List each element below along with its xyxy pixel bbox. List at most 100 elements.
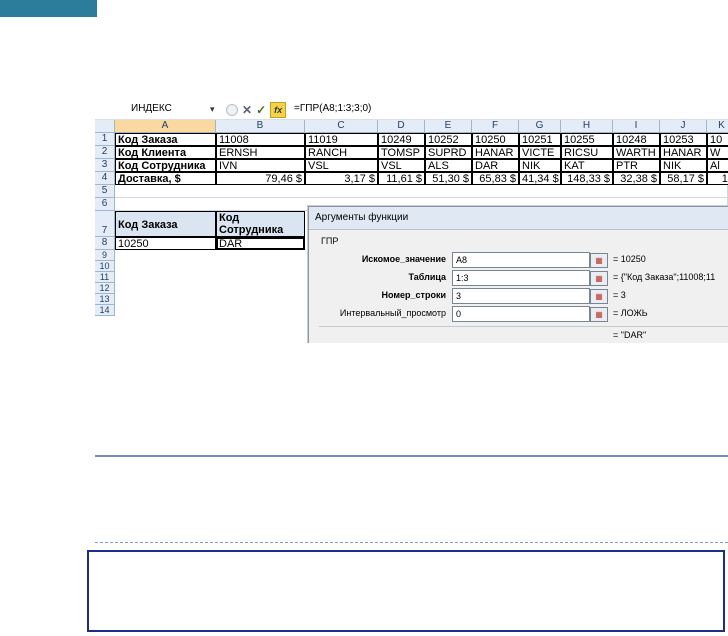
cell[interactable]: 51,30 $ <box>425 172 472 185</box>
cancel-icon[interactable]: ✕ <box>242 103 252 117</box>
arg-row-table: Таблица 1:3 ▦ = {"Код Заказа";11008;11 <box>309 270 728 286</box>
cell[interactable]: Код Сотрудника <box>115 159 216 172</box>
row-header[interactable]: 5 <box>95 185 115 198</box>
cell[interactable]: RANCH <box>305 146 378 159</box>
cell[interactable]: RICSU <box>561 146 613 159</box>
cell[interactable]: 10255 <box>561 133 613 146</box>
cell[interactable]: 10252 <box>425 133 472 146</box>
dialog-title[interactable]: Аргументы функции <box>309 207 728 230</box>
lookup-header-employee[interactable]: Код Сотрудника <box>216 211 305 237</box>
cell[interactable]: Доставка, $ <box>115 172 216 185</box>
cell[interactable]: NIK <box>519 159 561 172</box>
cell[interactable]: VSL <box>378 159 425 172</box>
column-header-h[interactable]: H <box>561 120 613 133</box>
cell[interactable]: ERNSH <box>216 146 305 159</box>
table-input[interactable]: 1:3 <box>452 270 590 286</box>
cell[interactable]: 3,17 $ <box>305 172 378 185</box>
bordered-box <box>87 550 725 632</box>
row-index-input[interactable]: 3 <box>452 288 590 304</box>
name-box-dropdown-icon[interactable]: ▾ <box>210 102 215 116</box>
table-row: 2 Код Клиента ERNSH RANCH TOMSP SUPRD HA… <box>95 146 728 159</box>
dialog-divider <box>319 326 728 327</box>
cell[interactable]: 10251 <box>519 133 561 146</box>
collapse-dialog-icon[interactable]: ▦ <box>590 307 608 322</box>
lookup-value-employee[interactable]: DAR <box>216 237 305 250</box>
cell[interactable]: VICTE <box>519 146 561 159</box>
cell[interactable]: W <box>707 146 728 159</box>
cell[interactable] <box>115 185 728 198</box>
row-header[interactable]: 8 <box>95 237 115 250</box>
cell[interactable]: HANAR <box>660 146 707 159</box>
cell[interactable]: 58,17 $ <box>660 172 707 185</box>
lookup-value-input[interactable]: A8 <box>452 252 590 268</box>
cell[interactable]: Код Клиента <box>115 146 216 159</box>
cell[interactable]: IVN <box>216 159 305 172</box>
range-lookup-input[interactable]: 0 <box>452 306 590 322</box>
collapse-dialog-icon[interactable]: ▦ <box>590 253 608 268</box>
select-all-corner[interactable] <box>95 120 115 133</box>
cell[interactable]: ALS <box>425 159 472 172</box>
cell[interactable]: KAT <box>561 159 613 172</box>
table-row: 5 <box>95 185 728 198</box>
row-header[interactable]: 14 <box>95 305 115 316</box>
table-row: 4 Доставка, $ 79,46 $ 3,17 $ 11,61 $ 51,… <box>95 172 728 185</box>
enter-icon[interactable]: ✓ <box>256 103 266 117</box>
column-header-e[interactable]: E <box>425 120 472 133</box>
cell[interactable]: Al <box>707 159 728 172</box>
formula-buttons: ✕ ✓ fx <box>226 101 287 118</box>
cell[interactable]: VSL <box>305 159 378 172</box>
column-header-d[interactable]: D <box>378 120 425 133</box>
cell[interactable]: 10249 <box>378 133 425 146</box>
cell[interactable]: 11,61 $ <box>378 172 425 185</box>
row-header[interactable]: 13 <box>95 294 115 305</box>
excel-screenshot: ИНДЕКС ▾ ✕ ✓ fx =ГПР(A8;1:3;3;0) A B C D… <box>95 100 728 343</box>
column-header-j[interactable]: J <box>660 120 707 133</box>
row-header[interactable]: 4 <box>95 172 115 185</box>
row-header[interactable]: 12 <box>95 283 115 294</box>
cell[interactable]: 13 <box>707 172 728 185</box>
cell[interactable]: 41,34 $ <box>519 172 561 185</box>
column-header-b[interactable]: B <box>216 120 305 133</box>
column-header-g[interactable]: G <box>519 120 561 133</box>
column-header-a[interactable]: A <box>115 120 216 133</box>
lookup-header-order[interactable]: Код Заказа <box>115 211 216 237</box>
row-header[interactable]: 7 <box>95 211 115 237</box>
cell[interactable]: PTR <box>613 159 660 172</box>
cell[interactable]: WARTH <box>613 146 660 159</box>
column-header-c[interactable]: C <box>305 120 378 133</box>
row-header[interactable]: 9 <box>95 250 115 261</box>
column-header-i[interactable]: I <box>613 120 660 133</box>
insert-function-icon[interactable]: fx <box>270 101 287 118</box>
cell[interactable]: 148,33 $ <box>561 172 613 185</box>
cell[interactable]: 65,83 $ <box>472 172 519 185</box>
row-header[interactable]: 2 <box>95 146 115 159</box>
cell[interactable]: 11008 <box>216 133 305 146</box>
corner-block <box>0 0 97 17</box>
cell[interactable]: Код Заказа <box>115 133 216 146</box>
column-header-f[interactable]: F <box>472 120 519 133</box>
collapse-dialog-icon[interactable]: ▦ <box>590 271 608 286</box>
cell[interactable]: SUPRD <box>425 146 472 159</box>
row-header[interactable]: 1 <box>95 133 115 146</box>
cell[interactable]: TOMSP <box>378 146 425 159</box>
row-header[interactable]: 3 <box>95 159 115 172</box>
lookup-value-order[interactable]: 10250 <box>115 237 216 250</box>
arg-result: = ЛОЖЬ <box>613 308 648 318</box>
cell[interactable]: 10 <box>707 133 728 146</box>
formula-text[interactable]: =ГПР(A8;1:3;3;0) <box>294 102 371 116</box>
row-header[interactable]: 10 <box>95 261 115 272</box>
cell[interactable]: DAR <box>472 159 519 172</box>
cell[interactable]: 79,46 $ <box>216 172 305 185</box>
row-header[interactable]: 6 <box>95 198 115 211</box>
cell[interactable]: HANAR <box>472 146 519 159</box>
cell[interactable]: 10253 <box>660 133 707 146</box>
collapse-dialog-icon[interactable]: ▦ <box>590 289 608 304</box>
cell[interactable]: 10248 <box>613 133 660 146</box>
cell[interactable]: 11019 <box>305 133 378 146</box>
cell[interactable]: 32,38 $ <box>613 172 660 185</box>
row-header[interactable]: 11 <box>95 272 115 283</box>
column-header-k[interactable]: K <box>707 120 728 133</box>
function-name: ГПР <box>321 236 339 246</box>
cell[interactable]: 10250 <box>472 133 519 146</box>
cell[interactable]: NIK <box>660 159 707 172</box>
